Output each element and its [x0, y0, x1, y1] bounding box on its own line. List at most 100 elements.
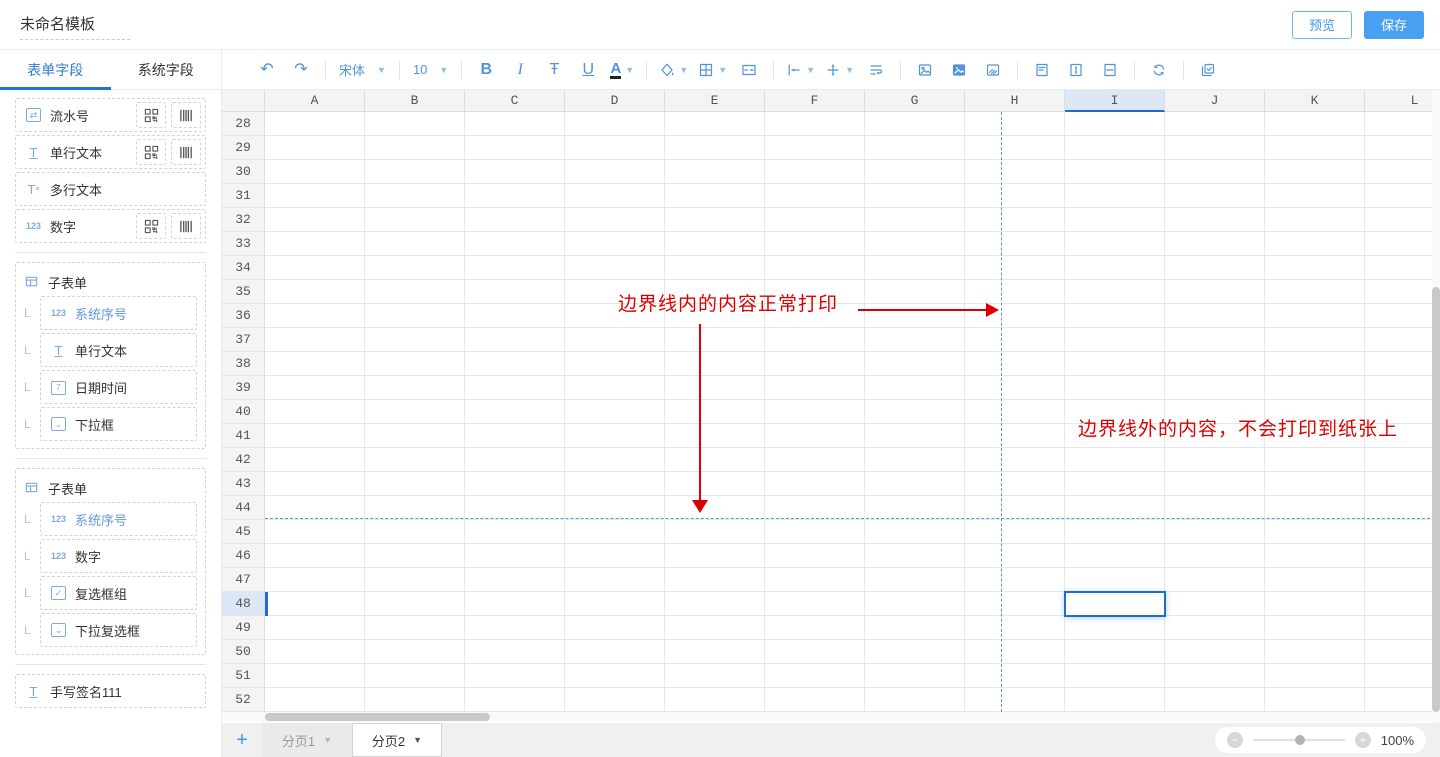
cell-K39[interactable] — [1265, 376, 1365, 400]
cell-F29[interactable] — [765, 136, 865, 160]
cell-L44[interactable] — [1365, 496, 1440, 520]
cell-J31[interactable] — [1165, 184, 1265, 208]
cell-B28[interactable] — [365, 112, 465, 136]
cell-H42[interactable] — [965, 448, 1065, 472]
cell-E38[interactable] — [665, 352, 765, 376]
cell-I37[interactable] — [1065, 328, 1165, 352]
cell-A50[interactable] — [265, 640, 365, 664]
row-header-50[interactable]: 50 — [222, 640, 265, 664]
cell-B39[interactable] — [365, 376, 465, 400]
barcode-button[interactable] — [171, 139, 201, 165]
cell-L52[interactable] — [1365, 688, 1440, 712]
cell-I32[interactable] — [1065, 208, 1165, 232]
cell-H29[interactable] — [965, 136, 1065, 160]
cell-H43[interactable] — [965, 472, 1065, 496]
row-header-38[interactable]: 38 — [222, 352, 265, 376]
cell-C43[interactable] — [465, 472, 565, 496]
field-item[interactable]: T单行文本 — [15, 135, 206, 169]
cell-G47[interactable] — [865, 568, 965, 592]
cell-F39[interactable] — [765, 376, 865, 400]
cell-D37[interactable] — [565, 328, 665, 352]
cell-H36[interactable] — [965, 304, 1065, 328]
cell-L39[interactable] — [1365, 376, 1440, 400]
cell-I44[interactable] — [1065, 496, 1165, 520]
cell-E33[interactable] — [665, 232, 765, 256]
cell-H33[interactable] — [965, 232, 1065, 256]
row-header-29[interactable]: 29 — [222, 136, 265, 160]
cell-I36[interactable] — [1065, 304, 1165, 328]
cell-E48[interactable] — [665, 592, 765, 616]
cell-F42[interactable] — [765, 448, 865, 472]
cell-C40[interactable] — [465, 400, 565, 424]
cell-E37[interactable] — [665, 328, 765, 352]
cell-C30[interactable] — [465, 160, 565, 184]
grid-corner[interactable] — [222, 90, 265, 112]
cell-A48[interactable] — [265, 592, 365, 616]
cell-G37[interactable] — [865, 328, 965, 352]
cell-B37[interactable] — [365, 328, 465, 352]
cell-G29[interactable] — [865, 136, 965, 160]
cell-E28[interactable] — [665, 112, 765, 136]
cell-C36[interactable] — [465, 304, 565, 328]
cell-D29[interactable] — [565, 136, 665, 160]
sheet-tab-2[interactable]: 分页2▼ — [352, 723, 442, 757]
cell-I42[interactable] — [1065, 448, 1165, 472]
cell-B47[interactable] — [365, 568, 465, 592]
cell-K28[interactable] — [1265, 112, 1365, 136]
field-item[interactable]: ⌄下拉复选框 — [40, 613, 197, 647]
font-color-button[interactable]: A▼ — [610, 56, 634, 84]
qrcode-button[interactable] — [136, 213, 166, 239]
field-item[interactable]: ✓复选框组 — [40, 576, 197, 610]
row-header-40[interactable]: 40 — [222, 400, 265, 424]
cell-C38[interactable] — [465, 352, 565, 376]
field-item[interactable]: T≡多行文本 — [15, 172, 206, 206]
row-header-44[interactable]: 44 — [222, 496, 265, 520]
font-family-select[interactable]: 宋体▼ — [339, 60, 386, 79]
cell-G45[interactable] — [865, 520, 965, 544]
field-item[interactable]: ⇄流水号 — [15, 98, 206, 132]
cell-F46[interactable] — [765, 544, 865, 568]
cell-A49[interactable] — [265, 616, 365, 640]
add-sheet-button[interactable]: + — [222, 730, 262, 750]
cell-D42[interactable] — [565, 448, 665, 472]
cell-D45[interactable] — [565, 520, 665, 544]
cell-H37[interactable] — [965, 328, 1065, 352]
barcode-button[interactable] — [171, 213, 201, 239]
cell-I39[interactable] — [1065, 376, 1165, 400]
cell-L32[interactable] — [1365, 208, 1440, 232]
cell-J35[interactable] — [1165, 280, 1265, 304]
cell-F31[interactable] — [765, 184, 865, 208]
row-header-37[interactable]: 37 — [222, 328, 265, 352]
field-item[interactable]: 123系统序号 — [40, 296, 197, 330]
cell-D34[interactable] — [565, 256, 665, 280]
cell-K42[interactable] — [1265, 448, 1365, 472]
cell-F47[interactable] — [765, 568, 865, 592]
cell-K38[interactable] — [1265, 352, 1365, 376]
row-header-28[interactable]: 28 — [222, 112, 265, 136]
cell-K36[interactable] — [1265, 304, 1365, 328]
cell-E41[interactable] — [665, 424, 765, 448]
cell-D49[interactable] — [565, 616, 665, 640]
column-header-H[interactable]: H — [965, 90, 1065, 112]
refresh-button[interactable] — [1147, 56, 1171, 84]
cell-E32[interactable] — [665, 208, 765, 232]
column-header-J[interactable]: J — [1165, 90, 1265, 112]
cell-G48[interactable] — [865, 592, 965, 616]
cell-B32[interactable] — [365, 208, 465, 232]
cell-K46[interactable] — [1265, 544, 1365, 568]
cell-A42[interactable] — [265, 448, 365, 472]
cell-A32[interactable] — [265, 208, 365, 232]
cell-H30[interactable] — [965, 160, 1065, 184]
cell-D46[interactable] — [565, 544, 665, 568]
merge-cells-button[interactable] — [737, 56, 761, 84]
cell-A36[interactable] — [265, 304, 365, 328]
cell-K33[interactable] — [1265, 232, 1365, 256]
cell-A30[interactable] — [265, 160, 365, 184]
cell-E44[interactable] — [665, 496, 765, 520]
insert-image-filled-button[interactable] — [947, 56, 971, 84]
cell-B29[interactable] — [365, 136, 465, 160]
cell-A41[interactable] — [265, 424, 365, 448]
vertical-align-button[interactable]: ▼ — [825, 56, 854, 84]
row-header-34[interactable]: 34 — [222, 256, 265, 280]
cell-B36[interactable] — [365, 304, 465, 328]
